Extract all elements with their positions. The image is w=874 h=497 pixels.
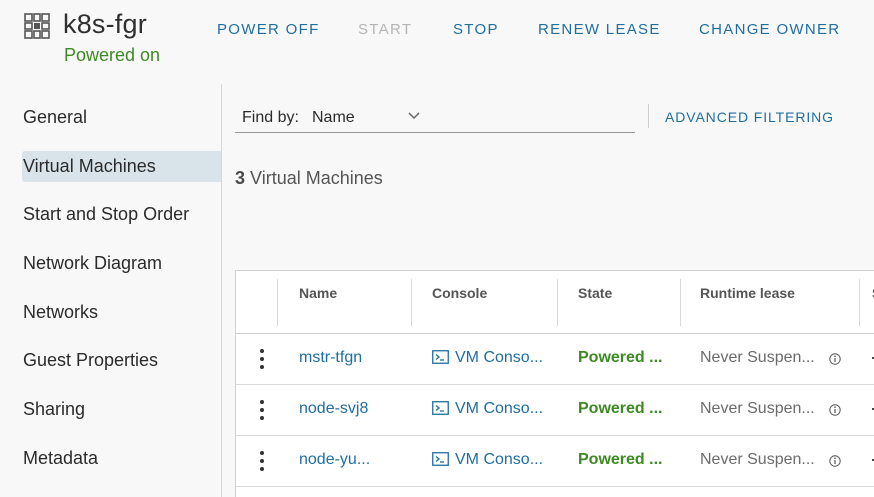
sidebar-item-start-stop-order[interactable]: Start and Stop Order (22, 199, 221, 230)
power-off-button[interactable]: POWER OFF (217, 21, 320, 38)
start-button: START (358, 21, 413, 38)
vm-state: Powered ... (578, 451, 663, 468)
table-row: mstr-tfgn VM Conso... Powered ... Never … (236, 334, 874, 385)
find-by-select[interactable]: Find by: Name (235, 101, 635, 133)
advanced-filtering-button[interactable]: ADVANCED FILTERING (665, 109, 834, 125)
console-label: VM Conso... (455, 400, 544, 417)
row-actions-kebab-icon[interactable] (260, 400, 264, 420)
find-by-value: Name (312, 109, 355, 126)
console-icon (432, 401, 449, 415)
page-title: k8s-fgr (63, 9, 147, 39)
sidebar-item-networks[interactable]: Networks (22, 297, 221, 328)
sidebar-item-metadata[interactable]: Metadata (22, 443, 221, 474)
sidebar-item-guest-properties[interactable]: Guest Properties (22, 345, 221, 376)
vm-count-number: 3 (235, 168, 246, 188)
sidebar-nav: General Virtual Machines Start and Stop … (0, 84, 222, 497)
column-separator (680, 279, 681, 326)
vapp-grid-icon (24, 13, 50, 39)
vm-console-link[interactable]: VM Conso... (432, 349, 557, 367)
row-actions-kebab-icon[interactable] (260, 451, 264, 471)
column-separator (859, 279, 860, 326)
vm-console-link[interactable]: VM Conso... (432, 451, 557, 469)
vapp-detail-page: k8s-fgr Powered on POWER OFF START STOP … (0, 0, 874, 497)
console-icon (432, 452, 449, 466)
vm-count-label: Virtual Machines (250, 168, 383, 188)
column-separator (411, 279, 412, 326)
table-header: Name Console State Runtime lease S (236, 271, 874, 334)
sidebar-item-general[interactable]: General (22, 102, 221, 133)
vm-count: 3 Virtual Machines (235, 168, 383, 189)
vm-runtime-lease: Never Suspen... (700, 451, 815, 468)
table-row: node-svj8 VM Conso... Powered ... Never … (236, 385, 874, 436)
column-header-runtime-lease[interactable]: Runtime lease (700, 285, 795, 301)
vm-name-link[interactable]: mstr-tfgn (299, 349, 399, 367)
sidebar-item-virtual-machines[interactable]: Virtual Machines (22, 151, 221, 182)
find-by-label: Find by: (242, 109, 299, 126)
vm-runtime-lease: Never Suspen... (700, 400, 815, 417)
info-icon[interactable] (829, 353, 841, 365)
vm-table: Name Console State Runtime lease S mstr-… (235, 270, 874, 497)
sidebar-item-network-diagram[interactable]: Network Diagram (22, 248, 221, 279)
vm-runtime-lease: Never Suspen... (700, 349, 815, 366)
vm-name-link[interactable]: node-yu... (299, 451, 399, 469)
column-header-console[interactable]: Console (432, 285, 487, 301)
vm-state: Powered ... (578, 400, 663, 417)
toolbar-divider (648, 104, 649, 128)
column-separator (557, 279, 558, 326)
console-label: VM Conso... (455, 451, 544, 468)
header: k8s-fgr Powered on POWER OFF START STOP … (0, 0, 874, 80)
column-header-state[interactable]: State (578, 285, 612, 301)
row-actions-kebab-icon[interactable] (260, 349, 264, 369)
sidebar-item-sharing[interactable]: Sharing (22, 394, 221, 425)
power-status: Powered on (64, 45, 161, 65)
info-icon[interactable] (829, 455, 841, 467)
console-icon (432, 350, 449, 364)
stop-button[interactable]: STOP (453, 21, 499, 38)
vm-name-link[interactable]: node-svj8 (299, 400, 399, 418)
column-header-name[interactable]: Name (299, 285, 337, 301)
change-owner-button[interactable]: CHANGE OWNER (699, 21, 840, 38)
chevron-down-icon (408, 112, 420, 120)
vm-console-link[interactable]: VM Conso... (432, 400, 557, 418)
renew-lease-button[interactable]: RENEW LEASE (538, 21, 661, 38)
table-row: node-yu... VM Conso... Powered ... Never… (236, 436, 874, 487)
vm-state: Powered ... (578, 349, 663, 366)
column-separator (277, 279, 278, 326)
console-label: VM Conso... (455, 349, 544, 366)
info-icon[interactable] (829, 404, 841, 416)
